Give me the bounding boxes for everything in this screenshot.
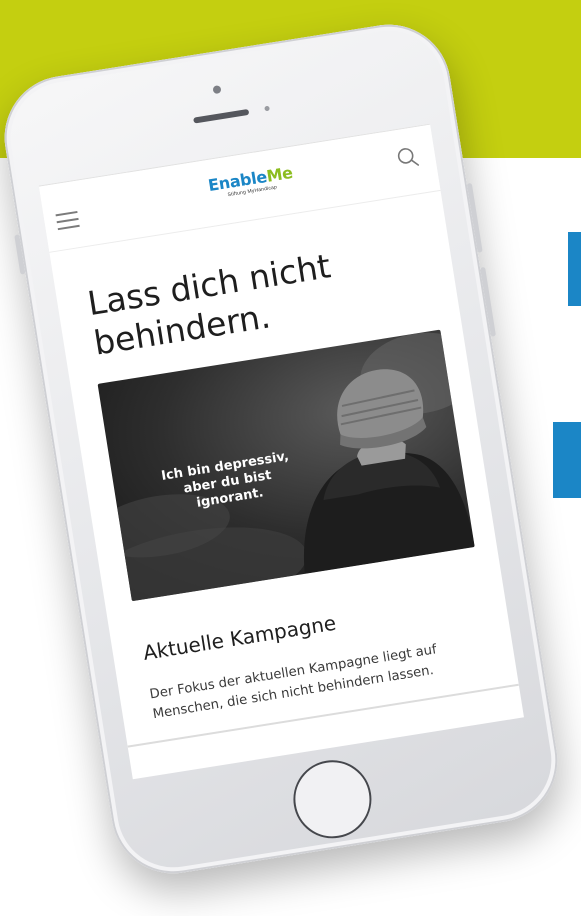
phone-home-button — [287, 754, 378, 844]
phone-side-button — [14, 234, 26, 275]
hamburger-icon[interactable] — [55, 210, 80, 231]
search-icon[interactable] — [395, 145, 420, 170]
enableme-logo[interactable]: EnableMe Stiftung MyHandicap — [190, 160, 313, 208]
phone-camera — [212, 85, 222, 95]
campaign-hero-image[interactable]: Ich bin depressiv, aber du bist ignorant… — [97, 329, 475, 602]
phone-mockup-area: EnableMe Stiftung MyHandicap Lass dich n… — [0, 0, 581, 916]
phone-side-button — [480, 266, 496, 337]
phone-side-button — [466, 182, 483, 253]
phone-mockup: EnableMe Stiftung MyHandicap Lass dich n… — [0, 15, 567, 883]
site-header: EnableMe Stiftung MyHandicap — [38, 124, 441, 253]
phone-screen: EnableMe Stiftung MyHandicap Lass dich n… — [38, 123, 524, 780]
phone-sensor — [264, 105, 270, 112]
phone-speaker — [193, 108, 250, 124]
